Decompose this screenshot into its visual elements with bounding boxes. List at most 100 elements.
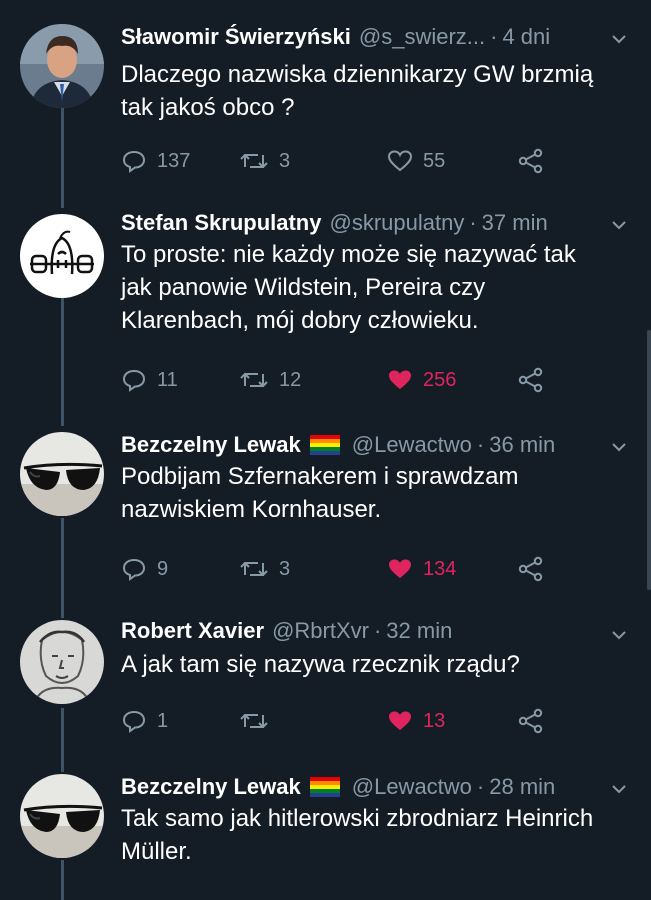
rainbow-flag-icon (309, 777, 340, 797)
like-button[interactable]: 55 (387, 146, 445, 176)
person-photo-icon (20, 24, 104, 108)
retweet-icon (240, 373, 268, 387)
share-button[interactable] (517, 554, 545, 584)
tweet-text: Tak samo jak hitlerowski zbrodniarz Hein… (121, 805, 594, 865)
share-icon (518, 148, 543, 174)
retweet-count: 3 (279, 557, 291, 580)
reply-button[interactable]: 9 (121, 554, 168, 584)
username[interactable]: @s_swierz... (359, 24, 485, 50)
timestamp[interactable]: 28 min (489, 774, 555, 800)
chevron-down-icon[interactable] (612, 782, 626, 796)
display-name[interactable]: Sławomir Świerzyński (121, 24, 351, 50)
reply-icon (122, 710, 146, 733)
tweet-header: Bezczelny Lewak @Lewactwo · 28 min (121, 774, 555, 800)
chevron-down-icon[interactable] (612, 628, 626, 642)
retweet-button[interactable]: 3 (239, 554, 290, 584)
timestamp[interactable]: 4 dni (502, 24, 550, 50)
username[interactable]: @RbrtXvr (272, 618, 369, 644)
share-icon (518, 556, 543, 582)
tweet-text: A jak tam się nazywa rzecznik rządu? (121, 651, 520, 678)
share-button[interactable] (517, 706, 545, 736)
separator-dot: · (490, 24, 498, 49)
avatar[interactable] (20, 774, 104, 858)
rainbow-flag-icon (309, 435, 340, 455)
share-icon (518, 367, 543, 393)
thread-line (61, 108, 64, 208)
reply-count: 137 (157, 149, 191, 172)
chevron-down-icon[interactable] (612, 32, 626, 46)
username[interactable]: @Lewactwo (352, 774, 472, 800)
like-button[interactable]: 134 (387, 554, 456, 584)
reply-count: 9 (157, 557, 169, 580)
retweet-button[interactable]: 12 (239, 365, 301, 395)
tweet-actions: 137 3 55 (121, 146, 631, 176)
reply-icon (122, 558, 146, 581)
reply-button[interactable]: 1 (121, 706, 168, 736)
chevron-down-icon[interactable] (612, 440, 626, 454)
like-count: 134 (423, 557, 457, 580)
retweet-icon (240, 714, 268, 728)
tweet-actions: 1 13 (121, 706, 631, 736)
heart-filled-icon (389, 559, 411, 578)
like-count: 13 (423, 709, 446, 732)
thread-line (61, 708, 64, 772)
cartoon-face-drawing-icon (20, 214, 104, 298)
share-button[interactable] (517, 146, 545, 176)
thread-line (61, 860, 64, 900)
display-name[interactable]: Bezczelny Lewak (121, 774, 301, 800)
chevron-down-icon[interactable] (612, 218, 626, 232)
like-count: 55 (423, 149, 446, 172)
timestamp[interactable]: 36 min (489, 432, 555, 458)
tweet-actions: 11 12 256 (121, 365, 631, 395)
retweet-count: 12 (279, 368, 302, 391)
reply-button[interactable]: 11 (121, 365, 178, 395)
separator-dot: · (469, 210, 477, 235)
like-button[interactable]: 256 (387, 365, 456, 395)
display-name[interactable]: Stefan Skrupulatny (121, 210, 321, 236)
reply-button[interactable]: 137 (121, 146, 190, 176)
thread-line (61, 518, 64, 618)
separator-dot: · (373, 618, 382, 643)
like-button[interactable]: 13 (387, 706, 445, 736)
username[interactable]: @Lewactwo (352, 432, 472, 458)
like-count: 256 (423, 368, 457, 391)
retweet-count: 3 (279, 149, 291, 172)
tweet-header: Stefan Skrupulatny @skrupulatny · 37 min (121, 210, 548, 236)
timestamp[interactable]: 37 min (482, 210, 548, 236)
heart-outline-icon (387, 150, 413, 172)
retweet-icon (240, 154, 268, 168)
avatar[interactable] (20, 214, 104, 298)
reply-icon (122, 369, 146, 392)
username[interactable]: @skrupulatny (329, 210, 464, 236)
tweet-header: Sławomir Świerzyński @s_swierz... · 4 dn… (121, 24, 550, 50)
sunglasses-icon (20, 774, 104, 858)
tweet-text: Podbijam Szfernakerem i sprawdzam nazwis… (121, 463, 519, 523)
tweet-text: Dlaczego nazwiska dziennikarzy GW brzmią… (121, 61, 594, 121)
scrollbar[interactable] (647, 330, 651, 590)
retweet-button[interactable]: 3 (239, 146, 290, 176)
separator-dot: · (476, 432, 485, 457)
avatar[interactable] (20, 24, 104, 108)
tweet-text: To proste: nie każdy może się nazywać ta… (121, 241, 576, 334)
timestamp[interactable]: 32 min (386, 618, 452, 644)
display-name[interactable]: Robert Xavier (121, 618, 264, 644)
display-name[interactable]: Bezczelny Lewak (121, 432, 301, 458)
share-icon (518, 708, 543, 734)
tweet-actions: 9 3 134 (121, 554, 631, 584)
reply-icon (122, 150, 146, 173)
sunglasses-icon (20, 432, 104, 516)
heart-filled-icon (389, 370, 411, 389)
thread-line (61, 298, 64, 426)
heart-filled-icon (389, 711, 411, 730)
separator-dot: · (476, 774, 485, 799)
retweet-icon (240, 562, 268, 576)
tweet-header: Bezczelny Lewak @Lewactwo · 36 min (121, 432, 555, 458)
tweet-header: Robert Xavier @RbrtXvr · 32 min (121, 618, 452, 644)
share-button[interactable] (517, 365, 545, 395)
sketch-portrait-icon (20, 620, 104, 704)
avatar[interactable] (20, 432, 104, 516)
reply-count: 11 (157, 368, 178, 391)
retweet-button[interactable] (239, 706, 279, 736)
avatar[interactable] (20, 620, 104, 704)
reply-count: 1 (157, 709, 169, 732)
